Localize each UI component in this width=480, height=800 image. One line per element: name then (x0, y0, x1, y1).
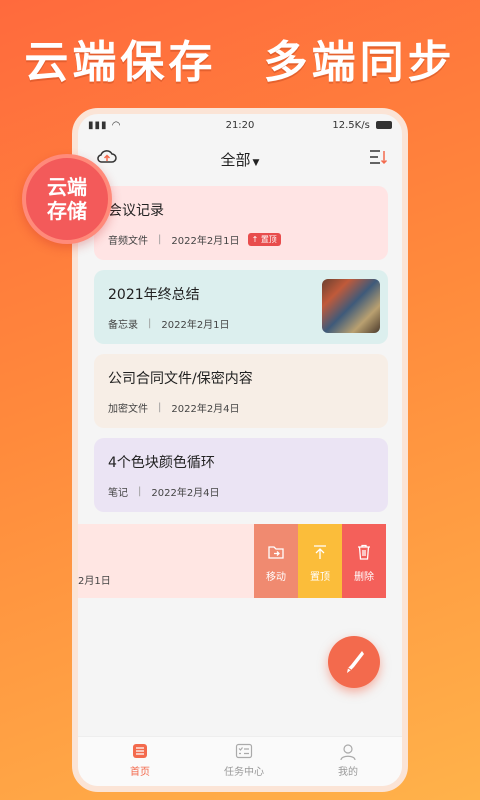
pin-top-icon (298, 544, 342, 562)
note-date: 2022年2月1日 (161, 320, 230, 331)
note-card[interactable]: 4个色块颜色循环 笔记 | 2022年2月4日 (94, 438, 388, 512)
home-icon (100, 743, 180, 763)
delete-button[interactable]: 删除 (342, 524, 386, 598)
status-bar: ▮▮▮ ◠ 21:20 12.5K/s (78, 114, 402, 136)
note-title: 4个色块颜色循环 (108, 455, 215, 471)
filter-dropdown[interactable]: 全部 ▼ (78, 149, 402, 170)
tab-task-center-label: 任务中心 (224, 767, 264, 778)
note-title: 2021年终总结 (108, 287, 200, 303)
meta-divider: | (158, 234, 162, 245)
sort-icon[interactable] (368, 148, 388, 170)
app-bar: 全部 ▼ (78, 140, 402, 176)
note-date-fragment: 2月1日 (78, 576, 111, 587)
note-type: 加密文件 (108, 404, 148, 415)
pinned-label: 置顶 (260, 235, 277, 244)
note-meta: 备忘录 | 2022年2月1日 (108, 316, 230, 331)
promo-headline: 云端保存 多端同步 (0, 26, 480, 90)
tab-profile-label: 我的 (338, 767, 358, 778)
note-card[interactable]: 2021年终总结 备忘录 | 2022年2月1日 (94, 270, 388, 344)
pinned-badge: ↑ 置顶 (247, 233, 281, 246)
note-title: 会议记录 (108, 203, 164, 219)
cloud-storage-badge: 云端 存储 (22, 154, 112, 244)
note-thumbnail-image (322, 279, 380, 333)
status-right: 12.5K/s (332, 120, 392, 131)
note-meta: 音频文件 | 2022年2月1日 ↑ 置顶 (108, 232, 281, 247)
pen-icon (347, 651, 364, 673)
headline-multi-sync: 多端同步 (263, 37, 456, 88)
note-type: 备忘录 (108, 320, 138, 331)
note-date: 2022年2月1日 (171, 236, 240, 247)
note-type: 笔记 (108, 488, 128, 499)
task-icon (204, 743, 284, 763)
tab-home-label: 首页 (130, 767, 150, 778)
trash-icon (342, 544, 386, 562)
bottom-tab-bar: 首页 任务中心 我的 (78, 736, 402, 786)
folder-move-icon (254, 544, 298, 562)
note-title: 公司合同文件/保密内容 (108, 371, 253, 387)
note-card[interactable]: 公司合同文件/保密内容 加密文件 | 2022年2月4日 (94, 354, 388, 428)
phone-frame: ▮▮▮ ◠ 21:20 12.5K/s 全部 ▼ 会议记录 音频文件 | 202… (72, 108, 408, 792)
tab-task-center[interactable]: 任务中心 (204, 743, 284, 778)
swiped-note-body[interactable]: 2月1日 (78, 524, 258, 598)
note-meta: 笔记 | 2022年2月4日 (108, 484, 220, 499)
note-date: 2022年2月4日 (171, 404, 240, 415)
swiped-note-row[interactable]: 2月1日 移动 置顶 删除 (78, 524, 388, 598)
battery-icon (376, 121, 392, 129)
meta-divider: | (158, 402, 162, 413)
pin-top-button[interactable]: 置顶 (298, 524, 342, 598)
meta-divider: | (138, 486, 142, 497)
network-speed: 12.5K/s (332, 120, 370, 131)
badge-line-1: 云端 (47, 175, 87, 199)
filter-title: 全部 (220, 151, 251, 169)
move-label: 移动 (266, 572, 286, 583)
pin-top-label: 置顶 (310, 572, 330, 583)
meta-divider: | (148, 318, 152, 329)
note-meta: 加密文件 | 2022年2月4日 (108, 400, 240, 415)
headline-cloud-save: 云端保存 (24, 37, 217, 88)
note-date: 2022年2月4日 (151, 488, 220, 499)
tab-home[interactable]: 首页 (100, 743, 180, 778)
new-note-fab[interactable] (328, 636, 380, 688)
tab-profile[interactable]: 我的 (308, 743, 388, 778)
note-type: 音频文件 (108, 236, 148, 247)
badge-line-2: 存储 (47, 199, 87, 223)
move-button[interactable]: 移动 (254, 524, 298, 598)
chevron-down-icon: ▼ (252, 158, 260, 168)
note-card[interactable]: 会议记录 音频文件 | 2022年2月1日 ↑ 置顶 (94, 186, 388, 260)
delete-label: 删除 (354, 572, 374, 583)
user-icon (308, 743, 388, 763)
